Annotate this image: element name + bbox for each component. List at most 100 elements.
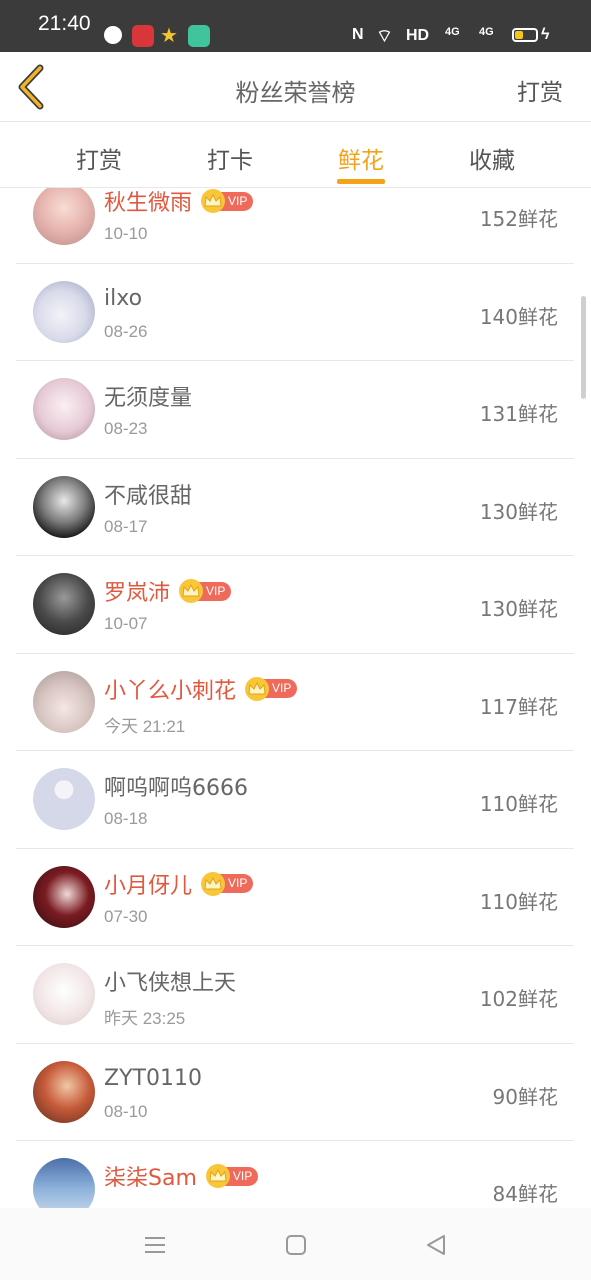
fan-name[interactable]: 罗岚沛 [104, 575, 170, 607]
flower-count: 117鲜花 [479, 694, 558, 719]
fan-name-line: 罗岚沛 VIP [104, 575, 232, 607]
vip-badge: VIP [179, 579, 232, 603]
fan-row[interactable]: 啊呜啊呜6666 08-18 110鲜花 [16, 751, 574, 849]
avatar[interactable] [33, 1158, 95, 1208]
tab-flowers[interactable]: 鲜花 [316, 141, 406, 175]
fan-date: 08-18 [104, 809, 148, 828]
vip-badge: VIP [205, 1164, 259, 1188]
fan-name-line: 无须度量 [104, 381, 192, 411]
flower-count: 140鲜花 [479, 304, 558, 329]
signal-2-label: 4G [479, 26, 494, 38]
fan-name-line: 不咸很甜 [104, 479, 192, 509]
charging-icon: ϟ [541, 26, 550, 43]
avatar[interactable] [33, 768, 95, 830]
flower-count: 152鲜花 [479, 207, 558, 231]
crown-icon [205, 1164, 230, 1188]
flower-count: 102鲜花 [479, 987, 558, 1011]
fan-date: 08-17 [104, 516, 148, 536]
avatar[interactable] [33, 573, 95, 635]
fan-list[interactable]: 秋生微雨 VIP 10-10 152鲜花 ilxo 08-26 140鲜花无须度量 08-23… [0, 188, 591, 1208]
tab-favorites[interactable]: 收藏 [447, 141, 537, 175]
flower-count: 130鲜花 [479, 499, 558, 524]
fan-name-line: ilxo [104, 284, 142, 314]
fan-name[interactable]: ilxo [104, 286, 142, 311]
fan-date: 08-23 [104, 419, 148, 438]
fan-name[interactable]: 小丫么小刺花 [104, 673, 236, 705]
tab-reward[interactable]: 打赏 [54, 141, 144, 175]
avatar[interactable] [33, 963, 95, 1025]
crown-icon [179, 579, 204, 603]
fan-date: 10-07 [104, 614, 148, 633]
avatar[interactable] [33, 280, 95, 343]
fan-row[interactable]: 小飞侠想上天昨天 23:25 102鲜花 [16, 946, 574, 1044]
fan-date: 今天 21:21 [104, 716, 186, 736]
flower-count: 110鲜花 [479, 889, 558, 914]
fan-name-line: 柒柒Sam VIP [104, 1160, 259, 1192]
menu-icon[interactable] [142, 1232, 168, 1258]
fan-name-line: 小丫么小刺花 VIP [104, 673, 298, 705]
fan-name-line: 小飞侠想上天 [104, 966, 236, 996]
fan-name[interactable]: 小飞侠想上天 [104, 965, 236, 997]
network-type: HD [406, 27, 430, 44]
crown-icon [245, 676, 270, 701]
scrollbar[interactable] [581, 296, 586, 399]
vip-badge: VIP [201, 189, 254, 213]
status-bar: 21:40 ★ N ⌔ HD 4G 4G ϟ [0, 0, 591, 52]
fan-name[interactable]: 啊呜啊呜6666 [104, 770, 248, 802]
fan-row[interactable]: 柒柒Sam VIP 84鲜花 [16, 1141, 574, 1208]
fan-name-line: ZYT0110 [104, 1064, 202, 1094]
status-time: 21:40 [38, 12, 91, 35]
home-icon[interactable] [283, 1232, 309, 1258]
fan-row[interactable]: ZYT0110 08-10 90鲜花 [16, 1044, 574, 1141]
fan-date: 08-26 [104, 321, 148, 341]
fan-date: 07-30 [104, 906, 148, 926]
avatar[interactable] [33, 865, 95, 928]
vip-badge: VIP [245, 676, 298, 701]
avatar[interactable] [33, 188, 95, 245]
globe-icon [104, 26, 122, 44]
active-tab-indicator [337, 179, 385, 184]
fan-name[interactable]: 柒柒Sam [104, 1160, 197, 1192]
app-header: 粉丝荣誉榜 打赏 [0, 52, 591, 122]
avatar[interactable] [33, 378, 95, 440]
battery-icon [512, 28, 538, 42]
avatar[interactable] [33, 670, 95, 733]
app-heart-icon [132, 25, 154, 47]
fan-name-line: 啊呜啊呜6666 [104, 771, 248, 801]
app-green-icon [188, 25, 210, 47]
flower-count: 84鲜花 [492, 1182, 558, 1206]
fan-date: 昨天 23:25 [104, 1009, 186, 1028]
fan-row[interactable]: 罗岚沛 VIP 10-07 130鲜花 [16, 556, 574, 654]
fan-name[interactable]: 不咸很甜 [104, 478, 192, 510]
fan-name[interactable]: 秋生微雨 [104, 188, 192, 217]
tab-checkin[interactable]: 打卡 [185, 141, 275, 175]
fan-date: 10-10 [104, 224, 148, 243]
fan-date: 08-10 [104, 1101, 148, 1121]
fan-name[interactable]: 小月伢儿 [104, 868, 192, 900]
reward-button[interactable]: 打赏 [517, 73, 563, 107]
fan-name-line: 小月伢儿 VIP [104, 868, 254, 900]
fan-row[interactable]: 小月伢儿 VIP 07-30 110鲜花 [16, 849, 574, 946]
fan-row[interactable]: ilxo 08-26 140鲜花 [16, 264, 574, 361]
page-title: 粉丝荣誉榜 [235, 79, 356, 107]
star-icon: ★ [160, 23, 178, 47]
fan-name[interactable]: 无须度量 [104, 380, 192, 412]
vip-badge: VIP [201, 871, 254, 896]
flower-count: 131鲜花 [479, 402, 558, 426]
flower-count: 130鲜花 [479, 597, 558, 621]
signal-1-label: 4G [445, 26, 460, 38]
fan-name[interactable]: ZYT0110 [104, 1066, 202, 1091]
flower-count: 110鲜花 [479, 792, 558, 816]
nfc-icon: N [352, 26, 364, 43]
fan-row[interactable]: 不咸很甜 08-17 130鲜花 [16, 459, 574, 556]
crown-icon [201, 871, 226, 896]
wifi-icon: ⌔ [376, 26, 393, 46]
fan-row[interactable]: 秋生微雨 VIP 10-10 152鲜花 [16, 188, 574, 264]
fan-row[interactable]: 无须度量 08-23 131鲜花 [16, 361, 574, 459]
back-nav-icon[interactable] [423, 1232, 449, 1258]
crown-icon [201, 189, 226, 213]
avatar[interactable] [33, 475, 95, 538]
fan-row[interactable]: 小丫么小刺花 VIP 今天 21:21 117鲜花 [16, 654, 574, 751]
flower-count: 90鲜花 [492, 1084, 558, 1109]
avatar[interactable] [33, 1060, 95, 1123]
